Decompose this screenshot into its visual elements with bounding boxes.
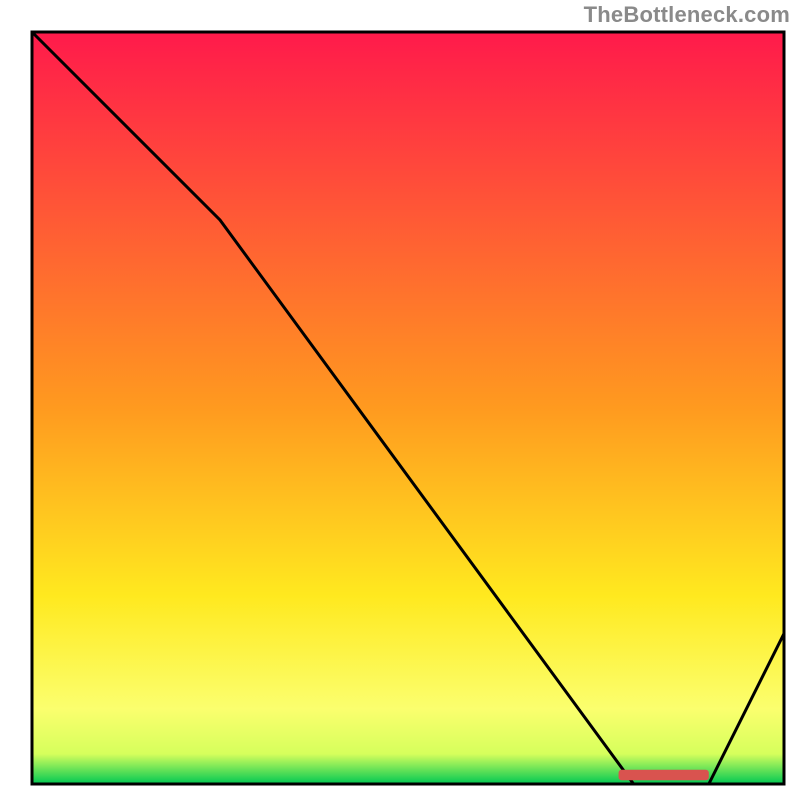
bottleneck-chart: [0, 0, 800, 800]
chart-container: TheBottleneck.com: [0, 0, 800, 800]
optimal-range-marker: [619, 770, 709, 781]
